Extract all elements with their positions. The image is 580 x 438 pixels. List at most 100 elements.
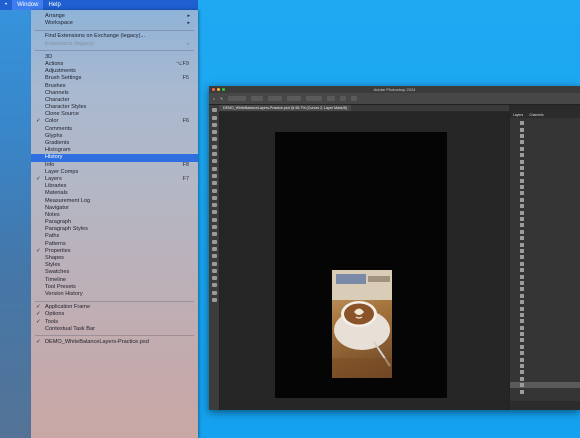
menu-item-gradients[interactable]: Gradients [31, 140, 198, 147]
layer-thumbnail-icon [520, 236, 524, 241]
smoothing-field[interactable] [306, 96, 323, 101]
document-tab[interactable]: DEMO_WhiteBalanceLayers-Practice.psd @ 6… [219, 105, 351, 111]
tool-icon[interactable] [211, 181, 217, 186]
minimize-window-icon[interactable] [217, 88, 220, 91]
menu-item-options[interactable]: ✓ Options [31, 311, 198, 318]
menu-item-demo-whitebalancelayers-practice-psd[interactable]: ✓ DEMO_WhiteBalanceLayers-Practice.psd [31, 339, 198, 346]
tool-icon[interactable] [211, 210, 217, 215]
brush-tool-icon[interactable]: ✎ [220, 97, 223, 101]
menu-item-timeline[interactable]: Timeline [31, 277, 198, 284]
menu-item-find-extensions-on-exchange-legacy[interactable]: Find Extensions on Exchange (legacy)... [31, 33, 198, 40]
menu-item-styles[interactable]: Styles [31, 262, 198, 269]
mode-dropdown[interactable] [251, 96, 264, 101]
tool-icon[interactable] [211, 217, 217, 222]
menu-item-adjustments[interactable]: Adjustments [31, 68, 198, 75]
menu-item-layers[interactable]: ✓ Layers F7 [31, 176, 198, 183]
menu-item-paragraph[interactable]: Paragraph [31, 219, 198, 226]
flow-field[interactable] [287, 96, 302, 101]
pressure-toggle[interactable] [340, 96, 347, 101]
tool-icon[interactable] [211, 130, 217, 135]
menubar-window[interactable]: Window [12, 0, 44, 10]
menu-item-tools[interactable]: ✓ Tools [31, 319, 198, 326]
tool-icon[interactable] [211, 108, 217, 113]
tool-icon[interactable] [211, 276, 217, 281]
layer-thumbnail-icon [520, 280, 524, 285]
menu-item-color[interactable]: ✓ Color F6 [31, 118, 198, 125]
menu-item-info[interactable]: Info F8 [31, 162, 198, 169]
tool-icon[interactable] [211, 122, 217, 127]
menu-item-workspace[interactable]: Workspace ▸ [31, 20, 198, 27]
layer-thumbnail-icon [520, 140, 524, 145]
menu-item-swatches[interactable]: Swatches [31, 269, 198, 276]
menu-item-contextual-task-bar[interactable]: Contextual Task Bar [31, 326, 198, 333]
menu-item-layer-comps[interactable]: Layer Comps [31, 169, 198, 176]
menu-item-properties[interactable]: ✓ Properties [31, 248, 198, 255]
tool-icon[interactable] [211, 152, 217, 157]
tool-icon[interactable] [211, 115, 217, 120]
menu-item-materials[interactable]: Materials [31, 190, 198, 197]
menubar-help[interactable]: Help [43, 0, 65, 10]
menu-item-tool-presets[interactable]: Tool Presets [31, 284, 198, 291]
menu-item-label: Glyphs [45, 132, 63, 139]
desktop-left-edge [0, 10, 31, 438]
document-tab-bar: DEMO_WhiteBalanceLayers-Practice.psd @ 6… [219, 105, 509, 111]
menu-item-extensions-legacy[interactable]: Extensions (legacy) ▸ [31, 41, 198, 48]
tool-icon[interactable] [211, 239, 217, 244]
menu-item-character[interactable]: Character [31, 97, 198, 104]
canvas-area[interactable] [220, 112, 509, 410]
menu-item-history[interactable]: History [31, 154, 198, 162]
opacity-field[interactable] [268, 96, 283, 101]
menu-item-measurement-log[interactable]: Measurement Log [31, 198, 198, 205]
symmetry-toggle[interactable] [351, 96, 358, 101]
tool-icon[interactable] [211, 188, 217, 193]
tool-icon[interactable] [211, 268, 217, 273]
menu-item-arrange[interactable]: Arrange ▸ [31, 13, 198, 20]
tool-preset-dropdown[interactable] [228, 96, 247, 101]
tool-icon[interactable] [211, 283, 217, 288]
menu-item-histogram[interactable]: Histogram [31, 147, 198, 154]
menu-item-label: Measurement Log [45, 197, 91, 204]
menu-item-patterns[interactable]: Patterns [31, 241, 198, 248]
home-icon[interactable]: ⌂ [213, 97, 215, 101]
tab-layers[interactable]: Layers [513, 112, 523, 118]
close-window-icon[interactable] [212, 88, 215, 91]
menu-item-label: Color [45, 118, 59, 125]
menu-item-paragraph-styles[interactable]: Paragraph Styles [31, 226, 198, 233]
menu-item-label: Comments [45, 125, 73, 132]
tool-icon[interactable] [211, 225, 217, 230]
tool-icon[interactable] [211, 166, 217, 171]
menu-item-brushes[interactable]: Brushes [31, 83, 198, 90]
menu-item-actions[interactable]: Actions ⌥F9 [31, 61, 198, 68]
menu-item-brush-settings[interactable]: Brush Settings F5 [31, 75, 198, 82]
angle-field[interactable] [327, 96, 336, 101]
zoom-window-icon[interactable] [222, 88, 225, 91]
tool-icon[interactable] [211, 254, 217, 259]
menu-item-navigator[interactable]: Navigator [31, 205, 198, 212]
tool-icon[interactable] [211, 290, 217, 295]
layer-row[interactable] [510, 388, 580, 394]
menu-item-application-frame[interactable]: ✓ Application Frame [31, 304, 198, 311]
menu-item-comments[interactable]: Comments [31, 126, 198, 133]
tool-icon[interactable] [211, 195, 217, 200]
tool-icon[interactable] [211, 137, 217, 142]
menu-item-character-styles[interactable]: Character Styles [31, 104, 198, 111]
tab-channels[interactable]: Channels [529, 112, 543, 118]
menu-item-version-history[interactable]: Version History [31, 291, 198, 298]
menu-item-3d[interactable]: 3D [31, 54, 198, 61]
tool-icon[interactable] [211, 159, 217, 164]
menu-item-clone-source[interactable]: Clone Source [31, 111, 198, 118]
menu-item-glyphs[interactable]: Glyphs [31, 133, 198, 140]
menu-item-shapes[interactable]: Shapes [31, 255, 198, 262]
tool-icon[interactable] [211, 203, 217, 208]
tool-icon[interactable] [211, 246, 217, 251]
tool-icon[interactable] [211, 261, 217, 266]
tool-icon[interactable] [211, 232, 217, 237]
menu-item-channels[interactable]: Channels [31, 90, 198, 97]
tool-icon[interactable] [211, 144, 217, 149]
menu-item-notes[interactable]: Notes [31, 212, 198, 219]
apple-menu-icon[interactable]: • [0, 0, 12, 10]
menu-item-paths[interactable]: Paths [31, 233, 198, 240]
tool-icon[interactable] [211, 173, 217, 178]
tool-icon[interactable] [211, 298, 217, 303]
menu-item-libraries[interactable]: Libraries [31, 183, 198, 190]
